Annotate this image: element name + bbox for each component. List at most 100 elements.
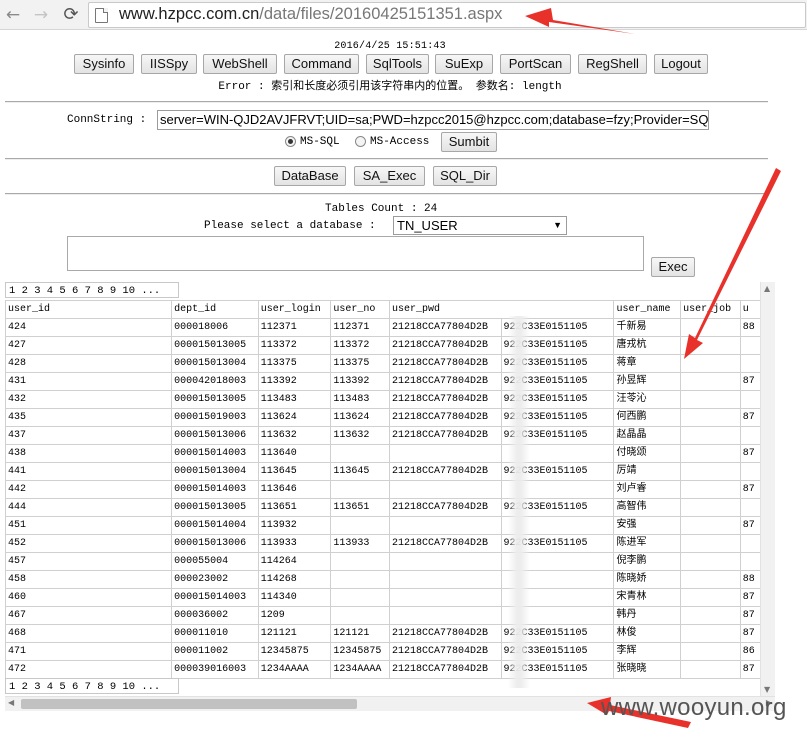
url-path: /data/files/20160425151351.aspx	[259, 5, 503, 23]
table-cell	[389, 552, 502, 571]
pager-bottom[interactable]: 1 2 3 4 5 6 7 8 9 10 ...	[5, 678, 179, 694]
table-cell: 471	[5, 642, 173, 661]
url-text[interactable]: www.hzpcc.com.cn/data/files/201604251513…	[119, 5, 502, 24]
toolbar-button-sysinfo[interactable]: Sysinfo	[74, 54, 134, 74]
table-cell: 442	[5, 480, 173, 499]
sql-dir-button[interactable]: SQL_Dir	[433, 166, 497, 186]
table-cell: 113933	[257, 534, 332, 553]
table-cell: 000015013005	[171, 390, 259, 409]
scroll-down-icon[interactable]: ▼	[764, 685, 770, 694]
forward-arrow-icon[interactable]: →	[30, 4, 52, 26]
table-cell: 113640	[257, 444, 332, 463]
table-row: 428 000015013004 113375 113375 21218CCA77804…	[5, 354, 775, 373]
table-row: 431 000042018003 113392 113392 21218CCA77804…	[5, 372, 775, 391]
table-row: 460 000015014003 114340 宋青林 87	[5, 588, 775, 607]
msaccess-radio[interactable]	[355, 136, 366, 147]
table-cell: 21218CCA77804D2B	[389, 354, 502, 373]
table-cell: 林俊	[613, 624, 682, 643]
sql-query-textarea[interactable]	[67, 236, 644, 271]
table-cell: 21218CCA77804D2B	[389, 498, 502, 517]
table-cell	[330, 606, 390, 625]
table-cell: 000023002	[171, 570, 259, 589]
pager-top[interactable]: 1 2 3 4 5 6 7 8 9 10 ...	[5, 282, 179, 298]
page-icon	[95, 8, 108, 23]
table-header-row: user_id dept_id user_login user_no user_pwd u…	[5, 300, 775, 319]
scrollbar-thumb[interactable]	[21, 699, 357, 709]
table-cell: 114268	[257, 570, 332, 589]
table-cell: 何西鹏	[613, 408, 682, 427]
table-row: 438 000015014003 113640 付晓颂 87	[5, 444, 775, 463]
table-cell: 21218CCA77804D2B	[389, 462, 502, 481]
watermark-text: www.wooyun.org	[601, 694, 787, 721]
table-cell: 宋青林	[613, 588, 682, 607]
toolbar-button-command[interactable]: Command	[284, 54, 359, 74]
select-database-label: Please select a database :	[204, 220, 376, 232]
table-select[interactable]: TN_USER ▼	[393, 216, 567, 235]
submit-button[interactable]: Sumbit	[441, 132, 497, 152]
exec-button[interactable]: Exec	[651, 257, 695, 277]
table-row: 451 000015014004 113932 安强 87	[5, 516, 775, 535]
table-cell: 467	[5, 606, 173, 625]
database-button[interactable]: DataBase	[274, 166, 346, 186]
tables-count: Tables Count : 24	[325, 203, 438, 215]
table-cell: 427	[5, 336, 173, 355]
column-header-user-no: user_no	[330, 300, 390, 319]
table-cell: 113632	[257, 426, 332, 445]
table-cell: 陈进军	[613, 534, 682, 553]
table-cell	[680, 426, 741, 445]
dropdown-arrow-icon: ▼	[553, 220, 562, 230]
toolbar-button-iisspy[interactable]: IISSpy	[141, 54, 197, 74]
back-arrow-icon[interactable]: ←	[2, 4, 24, 26]
toolbar-button-regshell[interactable]: RegShell	[578, 54, 647, 74]
sa-exec-button[interactable]: SA_Exec	[354, 166, 425, 186]
table-cell: 21218CCA77804D2B	[389, 660, 502, 679]
table-cell: 倪李鹏	[613, 552, 682, 571]
table-cell: 000015013006	[171, 534, 259, 553]
table-cell	[680, 318, 741, 337]
table-cell: 000015013005	[171, 498, 259, 517]
connstring-input[interactable]: server=WIN-QJD2AVJFRVT;UID=sa;PWD=hzpcc2…	[157, 110, 709, 130]
table-cell: 113375	[257, 354, 332, 373]
toolbar-button-portscan[interactable]: PortScan	[500, 54, 571, 74]
mssql-radio[interactable]	[285, 136, 296, 147]
table-cell: 21218CCA77804D2B	[389, 624, 502, 643]
table-cell	[680, 408, 741, 427]
table-row: 435 000015019003 113624 113624 21218CCA77804…	[5, 408, 775, 427]
table-row: 467 000036002 1209 韩丹 87	[5, 606, 775, 625]
toolbar-button-logout[interactable]: Logout	[654, 54, 708, 74]
table-cell: 000015014003	[171, 480, 259, 499]
table-cell: 12345875	[257, 642, 332, 661]
table-cell	[680, 336, 741, 355]
address-bar[interactable]: www.hzpcc.com.cn/data/files/201604251513…	[88, 2, 806, 28]
toolbar-button-webshell[interactable]: WebShell	[203, 54, 277, 74]
table-cell	[680, 552, 741, 571]
table-cell: 424	[5, 318, 173, 337]
toolbar-button-sqltools[interactable]: SqlTools	[366, 54, 429, 74]
table-cell	[389, 588, 502, 607]
connstring-label: ConnString :	[67, 114, 147, 126]
table-cell: 21218CCA77804D2B	[389, 390, 502, 409]
table-cell: 蒋章	[613, 354, 682, 373]
table-cell: 赵晶晶	[613, 426, 682, 445]
table-cell: 12345875	[330, 642, 390, 661]
table-cell	[680, 534, 741, 553]
vertical-scrollbar[interactable]: ▲ ▼	[760, 282, 775, 696]
table-cell: 孙昱辉	[613, 372, 682, 391]
toolbar-button-suexp[interactable]: SuExp	[435, 54, 493, 74]
table-select-value: TN_USER	[397, 218, 458, 233]
table-cell	[330, 570, 390, 589]
scroll-up-icon[interactable]: ▲	[764, 284, 770, 293]
table-cell: 000036002	[171, 606, 259, 625]
table-row: 441 000015013004 113645 113645 21218CCA77804…	[5, 462, 775, 481]
table-cell: 441	[5, 462, 173, 481]
table-row: 442 000015014003 113646 刘卢睿 87	[5, 480, 775, 499]
table-cell: 113372	[330, 336, 390, 355]
table-cell: 113483	[330, 390, 390, 409]
table-cell	[680, 372, 741, 391]
reload-icon[interactable]: ⟳	[60, 4, 82, 26]
table-cell: 付晓颂	[613, 444, 682, 463]
table-cell	[330, 444, 390, 463]
table-cell: 000018006	[171, 318, 259, 337]
scroll-left-icon[interactable]: ◀	[8, 698, 14, 707]
table-cell: 汪苓沁	[613, 390, 682, 409]
